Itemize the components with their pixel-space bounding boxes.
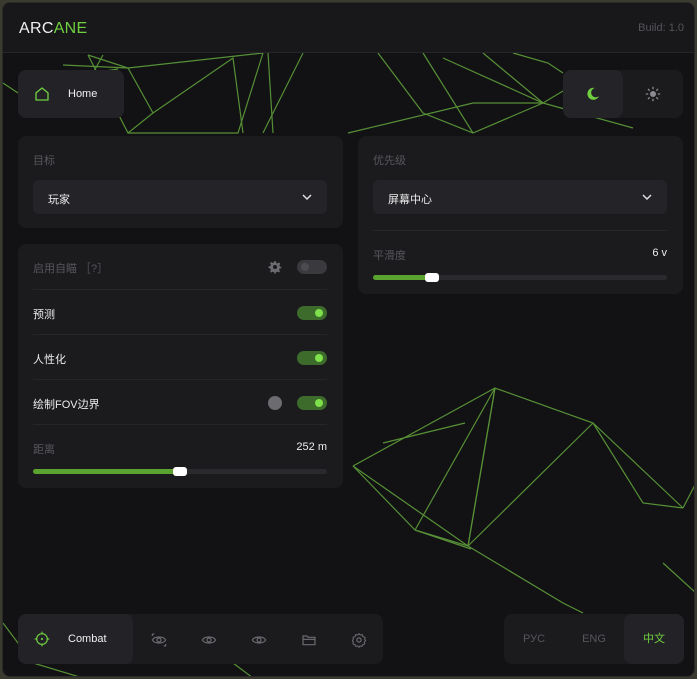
target-select[interactable]: 玩家: [33, 180, 327, 214]
draw-fov-row: 绘制FOV边界: [33, 379, 327, 424]
priority-select[interactable]: 屏幕中心: [373, 180, 667, 214]
language-switch: РУС ENG 中文: [504, 614, 684, 664]
gear-icon[interactable]: [350, 631, 368, 649]
toggle-knob: [315, 354, 323, 362]
sun-icon: [643, 84, 663, 104]
theme-light-button[interactable]: [623, 70, 683, 118]
eye-icon[interactable]: [250, 631, 268, 649]
smoothness-value: 6 v: [652, 247, 667, 259]
chevron-down-icon: [641, 191, 653, 203]
smoothness-slider-fill: [373, 275, 432, 280]
title-bar: ARCANE Build: 1.0: [3, 3, 694, 53]
target-label: 目标: [33, 155, 55, 167]
predict-row: 预测: [33, 289, 327, 334]
home-button[interactable]: Home: [18, 70, 124, 118]
smoothness-label: 平滑度: [373, 250, 406, 262]
enable-aim-row: 启用自瞄 ［?］: [33, 244, 327, 289]
enable-aim-toggle[interactable]: [297, 260, 327, 274]
smoothness-row: 平滑度 6 v: [373, 230, 667, 294]
bottom-nav: Combat: [18, 614, 383, 664]
predict-toggle[interactable]: [297, 306, 327, 320]
eye-icon[interactable]: [200, 631, 218, 649]
combat-tab[interactable]: Combat: [18, 614, 133, 664]
home-label: Home: [68, 88, 98, 100]
aim-options-panel: 启用自瞄 ［?］ 预测 人性化 绘制FOV边界 距离 252 m: [18, 244, 343, 488]
eye-icon[interactable]: [150, 631, 168, 649]
priority-select-value: 屏幕中心: [388, 194, 432, 206]
logo-text-primary: ARC: [19, 20, 54, 37]
smoothness-slider[interactable]: [373, 273, 667, 282]
combat-label: Combat: [68, 633, 107, 645]
toggle-knob: [301, 263, 309, 271]
priority-panel: 优先级 屏幕中心 平滑度 6 v: [358, 136, 683, 294]
distance-slider[interactable]: [33, 467, 327, 476]
fov-color-picker[interactable]: [268, 396, 282, 410]
humanize-label: 人性化: [33, 354, 66, 366]
draw-fov-toggle[interactable]: [297, 396, 327, 410]
priority-label: 优先级: [373, 155, 406, 167]
target-select-value: 玩家: [48, 194, 70, 206]
distance-slider-thumb[interactable]: [173, 467, 187, 476]
humanize-row: 人性化: [33, 334, 327, 379]
gear-icon[interactable]: [268, 260, 282, 274]
home-icon: [32, 84, 52, 104]
predict-label: 预测: [33, 309, 55, 321]
moon-icon: [583, 84, 603, 104]
theme-dark-button[interactable]: [563, 70, 623, 118]
toggle-knob: [315, 399, 323, 407]
lang-rus[interactable]: РУС: [504, 614, 564, 664]
target-panel: 目标 玩家: [18, 136, 343, 228]
enable-aim-label: 启用自瞄 ［?］: [33, 263, 109, 275]
chevron-down-icon: [301, 191, 313, 203]
lang-zh[interactable]: 中文: [624, 614, 684, 664]
theme-switch: [563, 70, 683, 118]
lang-eng[interactable]: ENG: [564, 614, 624, 664]
app-logo: ARCANE: [19, 20, 88, 38]
smoothness-slider-thumb[interactable]: [425, 273, 439, 282]
distance-label: 距离: [33, 444, 55, 456]
folder-icon[interactable]: [300, 631, 318, 649]
crosshair-icon: [33, 630, 51, 648]
build-version: Build: 1.0: [638, 22, 684, 34]
toggle-knob: [315, 309, 323, 317]
draw-fov-label: 绘制FOV边界: [33, 399, 100, 411]
logo-text-accent: ANE: [53, 20, 88, 37]
distance-row: 距离 252 m: [33, 424, 327, 488]
humanize-toggle[interactable]: [297, 351, 327, 365]
distance-value: 252 m: [296, 441, 327, 453]
app-window: ARCANE Build: 1.0 Home 目标 玩家 启用自瞄 ［?］ 预测…: [2, 2, 695, 677]
distance-slider-fill: [33, 469, 180, 474]
